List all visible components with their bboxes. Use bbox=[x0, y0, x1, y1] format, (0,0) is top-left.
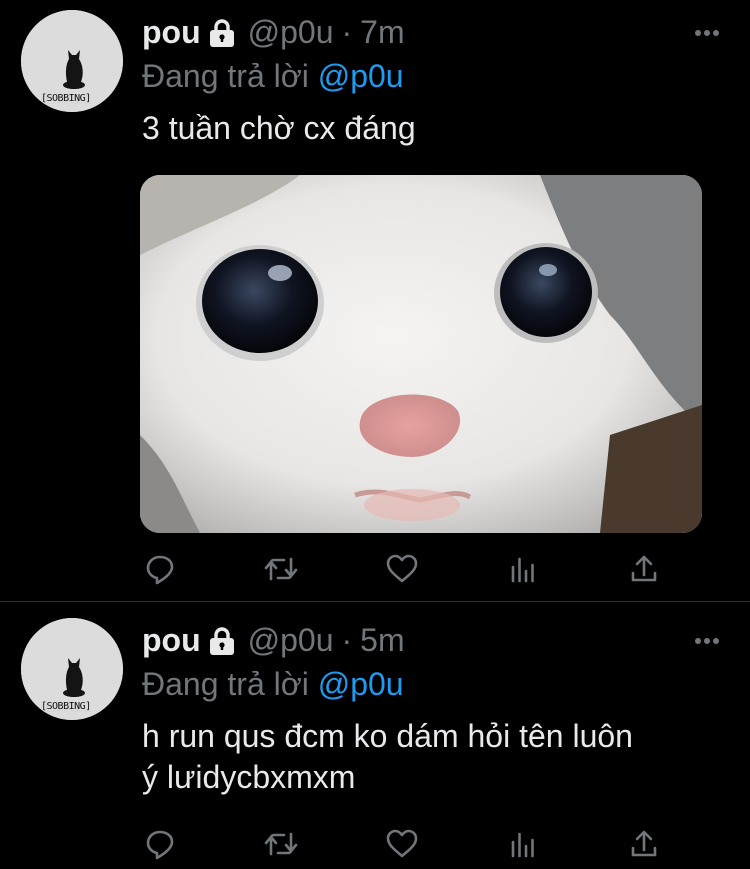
replying-to: Đang trả lời @p0u bbox=[142, 58, 404, 95]
analytics-icon[interactable] bbox=[503, 824, 543, 864]
tweet-text: 3 tuần chờ cx đáng bbox=[142, 110, 416, 146]
separator: · bbox=[341, 622, 353, 658]
tweet[interactable]: [SOBBING] pou @p0u · 7m Đang trả lời @p0… bbox=[0, 0, 750, 602]
replying-mention[interactable]: @p0u bbox=[318, 666, 404, 702]
separator: · bbox=[341, 14, 353, 50]
tweet-header: pou @p0u · 5m bbox=[142, 622, 405, 659]
lock-icon bbox=[208, 626, 236, 656]
avatar-tag: [SOBBING] bbox=[41, 701, 91, 712]
analytics-icon[interactable] bbox=[503, 549, 543, 589]
more-dots-icon[interactable] bbox=[694, 632, 720, 650]
tweet-text-line: ý lưidycbxmxm bbox=[142, 759, 356, 795]
more-dots-icon[interactable] bbox=[694, 24, 720, 42]
retweet-icon[interactable] bbox=[261, 824, 301, 864]
tweet-text: h run qus đcm ko dám hỏi tên luôn ý lưid… bbox=[142, 716, 732, 798]
display-name[interactable]: pou bbox=[142, 622, 201, 659]
timestamp[interactable]: 5m bbox=[360, 622, 404, 659]
share-icon[interactable] bbox=[624, 549, 664, 589]
handle[interactable]: @p0u bbox=[248, 622, 334, 659]
avatar[interactable]: [SOBBING] bbox=[21, 10, 123, 112]
avatar-tag: [SOBBING] bbox=[41, 93, 91, 104]
tweet-header: pou @p0u · 7m bbox=[142, 14, 405, 51]
tweet-actions bbox=[140, 824, 680, 864]
display-name[interactable]: pou bbox=[142, 14, 201, 51]
like-icon[interactable] bbox=[382, 824, 422, 864]
tweet-text-line: h run qus đcm ko dám hỏi tên luôn bbox=[142, 718, 633, 754]
reply-icon[interactable] bbox=[140, 549, 180, 589]
retweet-icon[interactable] bbox=[261, 549, 301, 589]
avatar[interactable]: [SOBBING] bbox=[21, 618, 123, 720]
tweet[interactable]: [SOBBING] pou @p0u · 5m Đang trả lời @p0… bbox=[0, 602, 750, 869]
lock-icon bbox=[208, 18, 236, 48]
handle[interactable]: @p0u bbox=[248, 14, 334, 51]
like-icon[interactable] bbox=[382, 549, 422, 589]
tweet-actions bbox=[140, 549, 680, 589]
replying-prefix: Đang trả lời bbox=[142, 58, 309, 94]
replying-to: Đang trả lời @p0u bbox=[142, 666, 404, 703]
replying-mention[interactable]: @p0u bbox=[318, 58, 404, 94]
crying-cat-photo[interactable] bbox=[140, 175, 702, 533]
replying-prefix: Đang trả lời bbox=[142, 666, 309, 702]
share-icon[interactable] bbox=[624, 824, 664, 864]
timestamp[interactable]: 7m bbox=[360, 14, 404, 51]
reply-icon[interactable] bbox=[140, 824, 180, 864]
